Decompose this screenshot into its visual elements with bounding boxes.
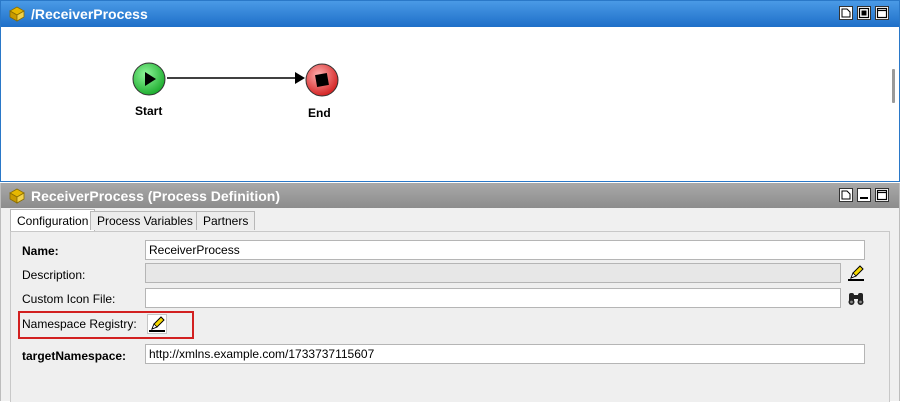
maximize-button[interactable] [875, 188, 889, 202]
start-node-label: Start [135, 104, 163, 118]
description-field[interactable] [145, 263, 841, 283]
process-diagram-panel: /ReceiverProcess Start End [0, 0, 900, 182]
expand-button[interactable] [875, 6, 889, 20]
binoculars-icon [848, 293, 864, 305]
custom-icon-file-field[interactable] [145, 288, 841, 308]
transition-arrow[interactable] [167, 71, 305, 87]
process-icon [9, 6, 25, 22]
edit-description-button[interactable] [847, 264, 865, 282]
namespace-registry-label: Namespace Registry: [22, 317, 137, 331]
play-icon [132, 62, 166, 96]
tab-partners[interactable]: Partners [196, 211, 256, 230]
minimize-button[interactable] [857, 188, 871, 202]
restore-icon [841, 190, 851, 200]
target-namespace-field[interactable]: http://xmlns.example.com/1733737115607 [145, 344, 865, 364]
minimize-icon [860, 197, 868, 199]
pencil-icon [848, 265, 864, 281]
pencil-icon [149, 316, 165, 332]
custom-icon-file-label: Custom Icon File: [22, 292, 116, 306]
maximize-icon [858, 7, 870, 19]
diagram-title: /ReceiverProcess [31, 6, 148, 22]
restore-icon [841, 8, 851, 18]
window-icon [876, 7, 888, 19]
target-namespace-label: targetNamespace: [22, 349, 127, 363]
description-label: Description: [22, 268, 86, 282]
name-field[interactable]: ReceiverProcess [145, 240, 865, 260]
restore-button[interactable] [839, 6, 853, 20]
name-label: Name: [22, 244, 59, 258]
stop-icon [305, 63, 339, 97]
diagram-canvas[interactable]: Start End [1, 27, 899, 181]
definition-title: ReceiverProcess (Process Definition) [31, 188, 280, 204]
process-icon [9, 188, 25, 204]
definition-title-bar: ReceiverProcess (Process Definition) [1, 183, 899, 208]
start-node[interactable] [132, 62, 166, 96]
window-icon [876, 189, 888, 201]
diagram-scrollbar[interactable] [892, 69, 895, 103]
diagram-title-bar: /ReceiverProcess [1, 1, 899, 27]
tab-process-variables[interactable]: Process Variables [90, 211, 200, 230]
restore-button[interactable] [839, 188, 853, 202]
maximize-button[interactable] [857, 6, 871, 20]
end-node-label: End [308, 106, 331, 120]
tab-bar: Configuration Process Variables Partners [1, 209, 899, 231]
browse-icon-button[interactable] [847, 289, 865, 307]
edit-namespace-registry-button[interactable] [147, 314, 167, 334]
end-node[interactable] [305, 63, 339, 97]
tab-configuration[interactable]: Configuration [10, 209, 96, 231]
